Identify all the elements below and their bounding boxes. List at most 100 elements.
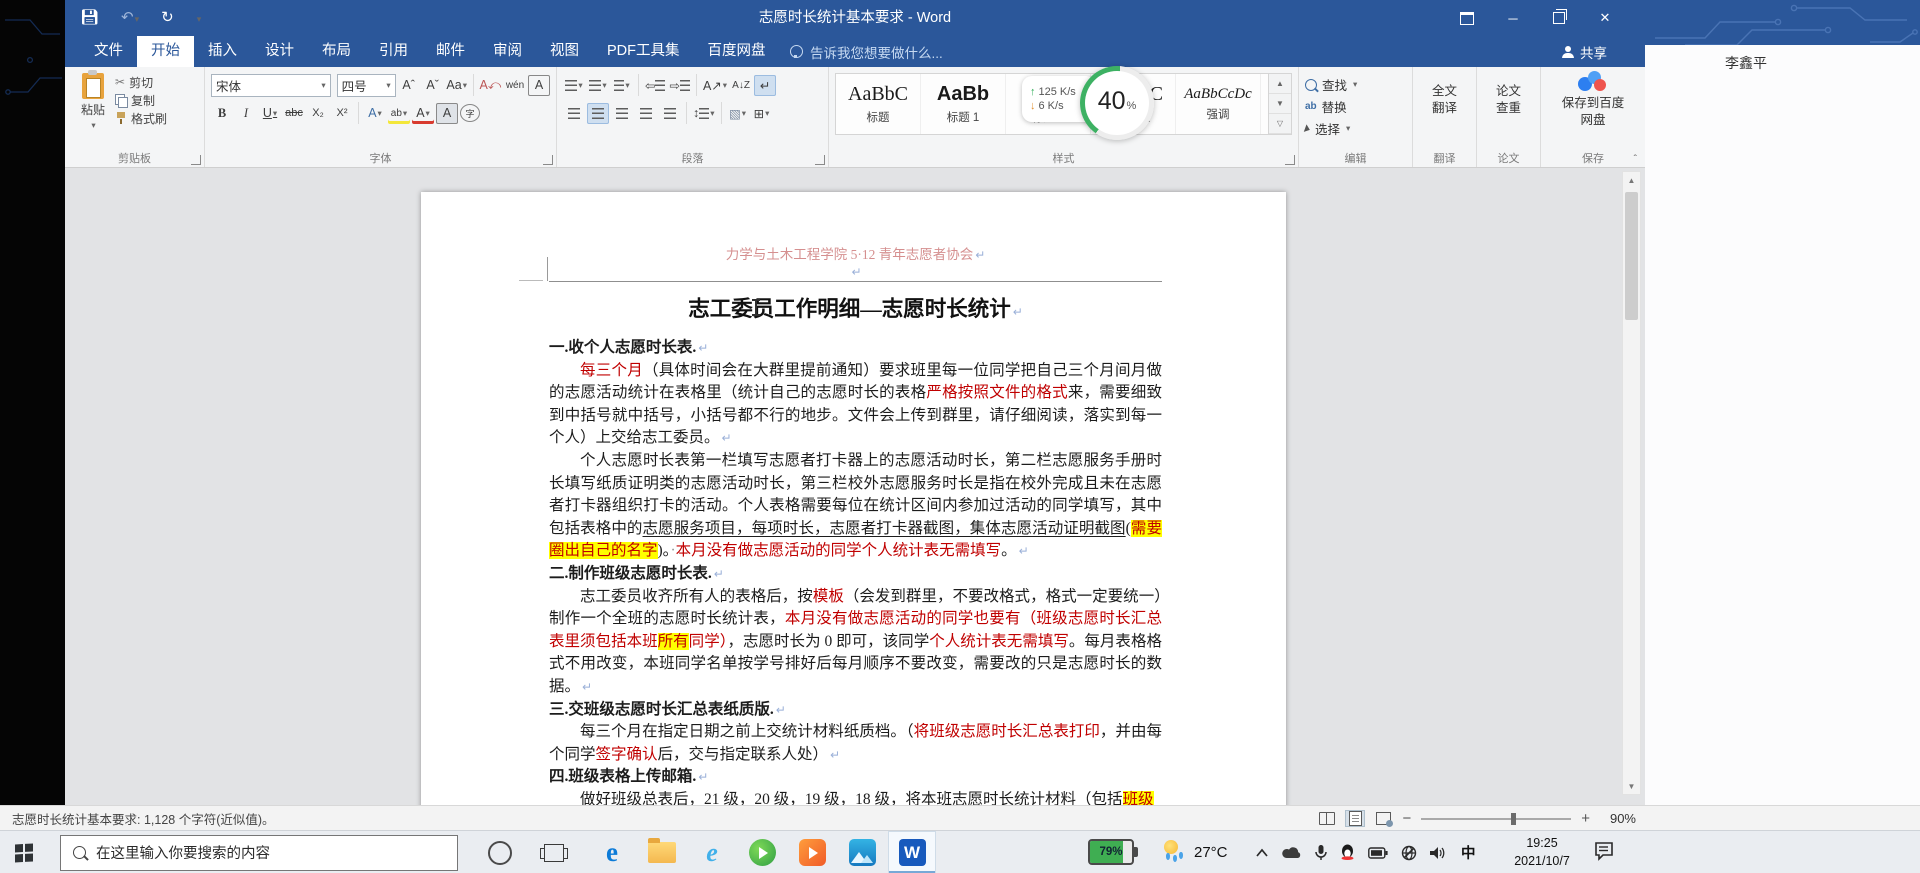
share-button[interactable]: 共享: [1562, 36, 1607, 67]
shading-button[interactable]: ▧ ▾: [727, 103, 749, 124]
dialog-launcher-icon[interactable]: [543, 155, 553, 165]
minimize-icon[interactable]: ─: [1490, 0, 1536, 36]
dialog-launcher-icon[interactable]: [1285, 155, 1295, 165]
tab-视图[interactable]: 视图: [536, 36, 593, 67]
dialog-launcher-icon[interactable]: [191, 155, 201, 165]
start-button[interactable]: [0, 831, 48, 873]
taskbar-gallery[interactable]: [838, 831, 886, 873]
web-layout-icon[interactable]: [1374, 811, 1393, 827]
collapse-ribbon-icon[interactable]: ˆ: [1634, 154, 1637, 165]
taskbar-clock[interactable]: 19:25 2021/10/7: [1498, 834, 1586, 870]
align-left-button[interactable]: [563, 103, 585, 124]
strikethrough-button[interactable]: abc: [283, 103, 305, 124]
scrollbar-thumb[interactable]: [1625, 192, 1638, 320]
ime-indicator[interactable]: 中: [1461, 842, 1476, 863]
scroll-up-icon[interactable]: ▲: [1623, 172, 1640, 188]
find-button[interactable]: 查找 ▾: [1305, 74, 1406, 95]
enclose-characters-button[interactable]: 字: [460, 104, 480, 122]
distribute-button[interactable]: [659, 103, 681, 124]
taskbar-ie[interactable]: e: [688, 831, 736, 873]
document-body[interactable]: 一.收个人志愿时长表. ↵ 每三个月（具体时间会在大群里提前通知）要求班里每一位同学…: [549, 337, 1162, 811]
character-shading-button[interactable]: A: [436, 102, 458, 124]
dialog-launcher-icon[interactable]: [815, 155, 825, 165]
asian-layout-button[interactable]: A↗ ▾: [702, 75, 728, 96]
subscript-button[interactable]: X₂: [307, 103, 329, 124]
gallery-down-icon[interactable]: ▼: [1269, 94, 1291, 114]
chevron-up-icon[interactable]: [1255, 848, 1269, 858]
bullets-button[interactable]: ▾: [563, 75, 585, 96]
tab-引用[interactable]: 引用: [365, 36, 422, 67]
bold-button[interactable]: B: [211, 103, 233, 124]
replace-button[interactable]: ab 替换: [1305, 96, 1406, 117]
scroll-down-icon[interactable]: ▼: [1623, 778, 1640, 794]
taskbar-search-input[interactable]: 在这里输入你要搜索的内容: [60, 834, 458, 871]
borders-button[interactable]: ⊞ ▾: [751, 103, 773, 124]
taskbar-edge[interactable]: e: [588, 831, 636, 873]
taskbar-word[interactable]: W: [888, 831, 936, 873]
format-painter-button[interactable]: 格式刷: [115, 109, 167, 127]
taskbar-file-explorer[interactable]: [638, 831, 686, 873]
zoom-level[interactable]: 90%: [1600, 811, 1636, 826]
memory-ring-overlay[interactable]: 40 %: [1080, 66, 1154, 140]
underline-button[interactable]: U ▾: [259, 103, 281, 124]
customize-quick-access-icon[interactable]: ▾: [196, 0, 202, 37]
microphone-icon[interactable]: [1315, 844, 1327, 861]
character-border-button[interactable]: A: [528, 75, 550, 96]
paper-check-button[interactable]: 论文查重: [1483, 71, 1534, 129]
zoom-in-icon[interactable]: +: [1581, 810, 1590, 827]
tab-插入[interactable]: 插入: [194, 36, 251, 67]
increase-indent-button[interactable]: ⇨: [668, 75, 690, 96]
tab-文件[interactable]: 文件: [80, 36, 137, 67]
change-case-button[interactable]: Aa ▾: [446, 75, 468, 96]
network-globe-icon[interactable]: [1401, 845, 1417, 861]
sort-button[interactable]: A↓Z: [730, 75, 752, 96]
select-button[interactable]: 选择 ▾: [1303, 118, 1406, 139]
align-right-button[interactable]: [611, 103, 633, 124]
zoom-out-icon[interactable]: −: [1402, 810, 1411, 827]
superscript-button[interactable]: X²: [331, 103, 353, 124]
save-to-netdisk-button[interactable]: 保存到百度网盘: [1547, 71, 1639, 129]
notification-center-icon[interactable]: [1594, 841, 1616, 861]
text-effects-button[interactable]: A ▾: [364, 103, 386, 124]
battery-icon[interactable]: [1368, 846, 1388, 859]
volume-icon[interactable]: [1430, 846, 1448, 860]
page[interactable]: 力学与土木工程学院 5·12 青年志愿者协会 ↵ ↵ 志工委员工作明细—志愿时长统…: [421, 192, 1286, 812]
save-icon[interactable]: 💾︎: [80, 0, 99, 36]
cortana-icon[interactable]: [488, 840, 512, 865]
font-color-button[interactable]: A ▾: [412, 103, 434, 124]
numbering-button[interactable]: ▾: [587, 75, 609, 96]
full-translate-button[interactable]: 全文翻译: [1419, 71, 1470, 129]
task-view-icon[interactable]: [540, 843, 568, 862]
taskbar-qq-video[interactable]: [788, 831, 836, 873]
tab-邮件[interactable]: 邮件: [422, 36, 479, 67]
paste-button[interactable]: 粘贴 ▾: [71, 70, 115, 131]
taskbar-video-player[interactable]: [738, 831, 786, 873]
show-hide-marks-button[interactable]: ↵: [754, 74, 777, 96]
tab-布局[interactable]: 布局: [308, 36, 365, 67]
close-icon[interactable]: ✕: [1582, 0, 1628, 36]
qq-icon[interactable]: [1340, 844, 1355, 861]
style-标题 1[interactable]: AaBb 标题 1: [921, 74, 1006, 134]
style-标题[interactable]: AaBbC 标题: [836, 74, 921, 134]
tab-开始[interactable]: 开始: [137, 36, 194, 67]
gallery-up-icon[interactable]: ▲: [1269, 74, 1291, 94]
vertical-scrollbar[interactable]: ▲ ▼: [1622, 171, 1641, 795]
font-size-combo[interactable]: 四号 ▾: [336, 73, 396, 97]
decrease-indent-button[interactable]: ⇦: [644, 75, 666, 96]
font-family-combo[interactable]: 宋体 ▾: [211, 73, 331, 97]
shrink-font-button[interactable]: Aˇ: [422, 75, 444, 96]
zoom-slider-thumb[interactable]: [1511, 812, 1517, 825]
copy-button[interactable]: 复制: [115, 91, 167, 109]
tab-百度网盘[interactable]: 百度网盘: [694, 36, 780, 67]
redo-icon[interactable]: ↻: [161, 0, 174, 36]
tab-审阅[interactable]: 审阅: [479, 36, 536, 67]
tab-PDF工具集[interactable]: PDF工具集: [593, 36, 694, 67]
print-layout-icon[interactable]: [1346, 811, 1365, 826]
tell-me-box[interactable]: 告诉我您想要做什么...: [790, 36, 943, 67]
read-mode-icon[interactable]: [1318, 811, 1336, 826]
ribbon-display-options-icon[interactable]: [1444, 0, 1490, 36]
clear-formatting-button[interactable]: A⤺: [479, 75, 502, 96]
cloud-icon[interactable]: [1282, 846, 1302, 859]
multilevel-list-button[interactable]: ▾: [611, 75, 633, 96]
tab-设计[interactable]: 设计: [251, 36, 308, 67]
